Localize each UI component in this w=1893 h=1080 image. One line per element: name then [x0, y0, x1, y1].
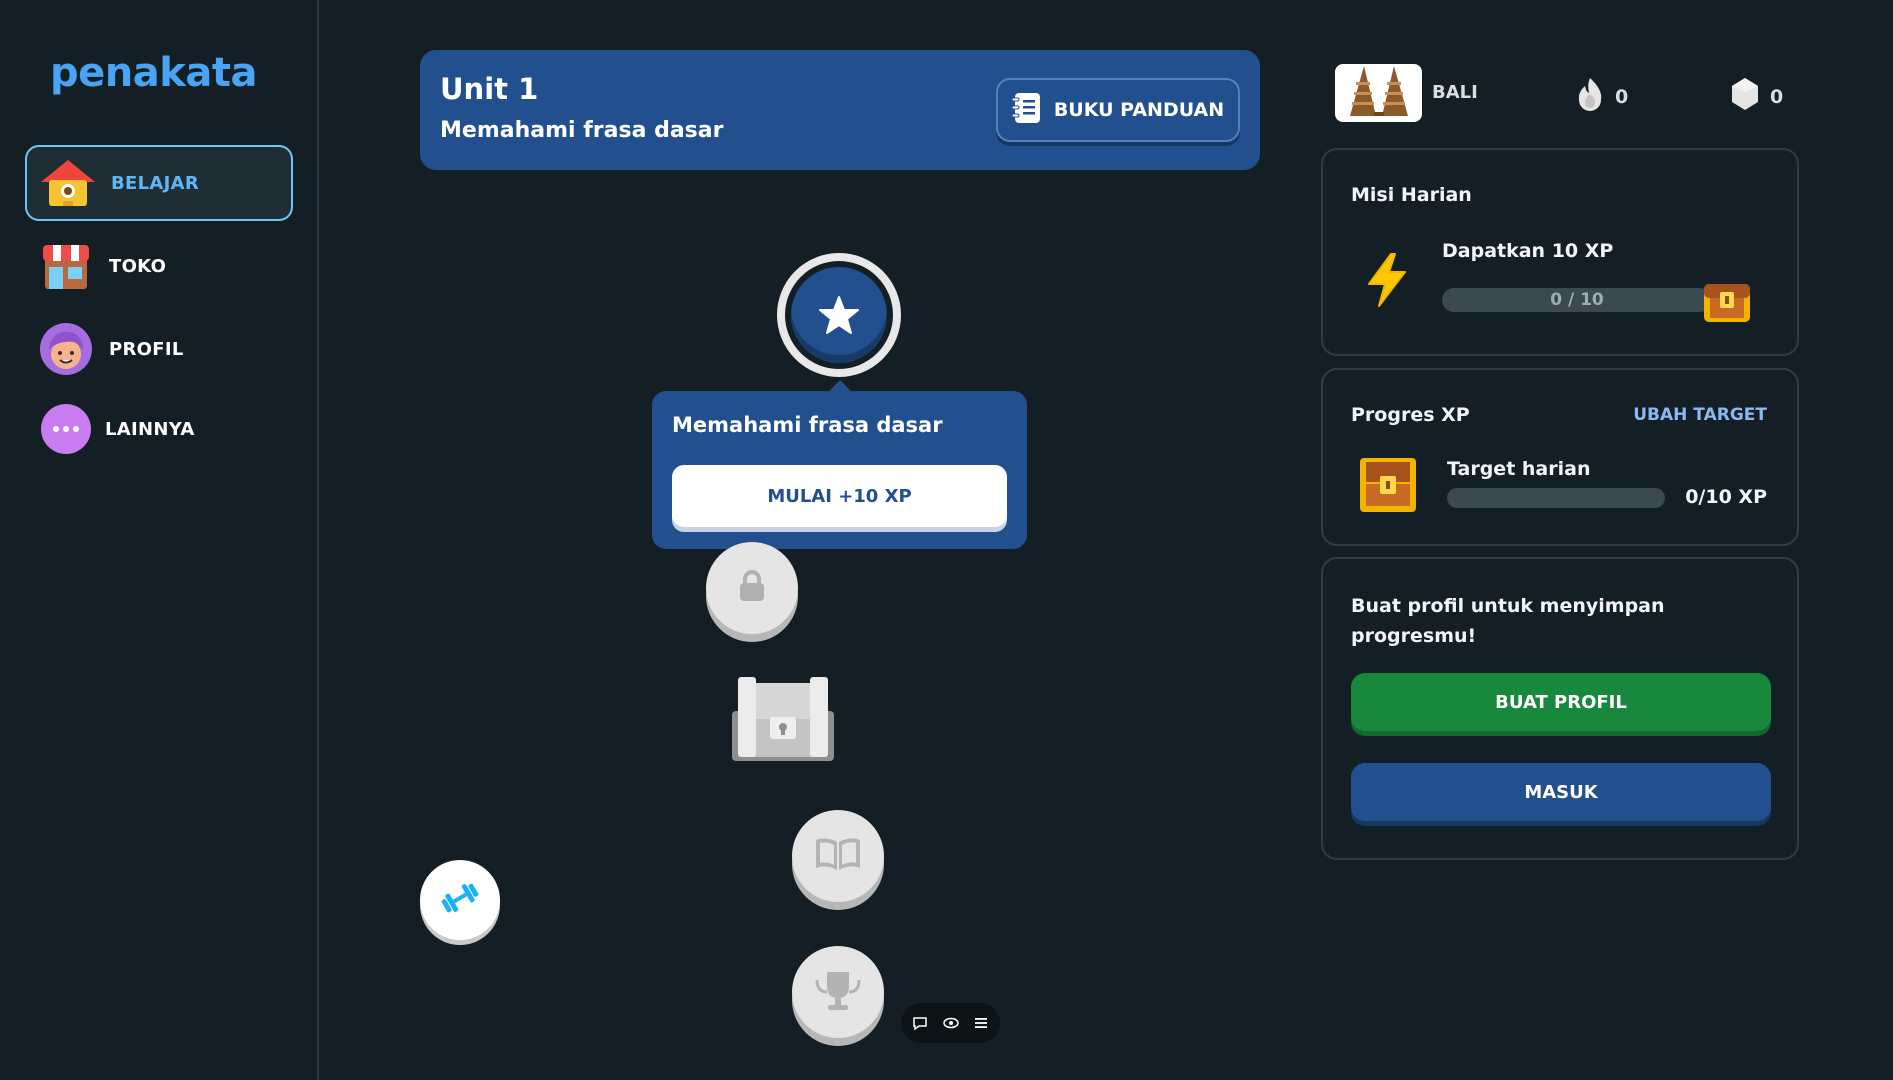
sidebar-item-toko[interactable]: TOKO	[25, 228, 293, 304]
trophy-icon	[813, 968, 863, 1016]
bali-gate-icon	[1344, 64, 1414, 122]
unit-trophy-node[interactable]	[792, 946, 884, 1038]
streak-count: 0	[1615, 85, 1629, 108]
story-node[interactable]	[792, 810, 884, 902]
target-label: Target harian	[1447, 458, 1591, 480]
course-flag[interactable]	[1335, 64, 1422, 122]
practice-button[interactable]	[420, 860, 500, 940]
xp-progress-bar	[1447, 488, 1665, 508]
sidebar-item-label: PROFIL	[109, 338, 184, 360]
eye-icon[interactable]	[940, 1012, 962, 1034]
sidebar: penakata BELAJAR TOKO PROFIL LAINNYA	[0, 0, 319, 1080]
edit-target-link[interactable]: UBAH TARGET	[1633, 405, 1767, 425]
sidebar-item-label: BELAJAR	[111, 172, 200, 194]
gems-counter[interactable]: 0	[1730, 76, 1783, 117]
start-lesson-button[interactable]: MULAI +10 XP	[672, 465, 1007, 527]
sidebar-item-belajar[interactable]: BELAJAR	[25, 145, 293, 221]
daily-quests-card: Misi Harian Dapatkan 10 XP 0 / 10	[1321, 148, 1799, 356]
avatar-icon	[37, 320, 95, 378]
create-profile-button[interactable]: BUAT PROFIL	[1351, 673, 1771, 731]
gems-count: 0	[1770, 85, 1784, 108]
quest-progress-bar: 0 / 10	[1442, 288, 1712, 312]
xp-value: 0/10 XP	[1685, 486, 1767, 508]
book-icon	[812, 834, 864, 878]
login-button[interactable]: MASUK	[1351, 763, 1771, 821]
house-icon	[39, 154, 97, 212]
xp-progress-title: Progres XP	[1351, 404, 1470, 426]
streak-counter[interactable]: 0	[1575, 76, 1628, 117]
menu-icon[interactable]	[970, 1012, 992, 1034]
unit-title: Unit 1	[440, 72, 539, 106]
profile-prompt-text: Buat profil untuk menyimpan progresmu!	[1351, 595, 1665, 647]
flame-icon	[1575, 76, 1605, 117]
app-logo[interactable]: penakata	[50, 50, 257, 96]
course-label: BALI	[1432, 82, 1478, 103]
comment-icon[interactable]	[909, 1012, 931, 1034]
lightning-icon	[1365, 252, 1409, 312]
stats-bar: BALI 0 0	[1335, 64, 1805, 124]
sidebar-item-label: LAINNYA	[105, 418, 195, 440]
guidebook-button[interactable]: BUKU PANDUAN	[996, 78, 1240, 142]
lesson-popover: Memahami frasa dasar MULAI +10 XP	[652, 380, 1027, 549]
quest-progress-text: 0 / 10	[1550, 290, 1604, 310]
star-icon	[791, 267, 887, 363]
treasure-chest-icon	[730, 677, 836, 769]
treasure-chest-icon	[1358, 454, 1418, 518]
reward-chest-icon	[1701, 274, 1753, 328]
unit-banner: Unit 1 Memahami frasa dasar BUKU PANDUAN	[420, 50, 1260, 170]
more-icon	[37, 400, 95, 458]
sidebar-item-profil[interactable]: PROFIL	[25, 311, 293, 387]
sidebar-item-lainnya[interactable]: LAINNYA	[25, 391, 293, 467]
floating-toolbar	[901, 1003, 1000, 1043]
daily-quests-title: Misi Harian	[1351, 184, 1472, 206]
notebook-icon	[1011, 92, 1042, 129]
sidebar-item-label: TOKO	[109, 255, 167, 277]
xp-progress-card: Progres XP UBAH TARGET Target harian 0/1…	[1321, 368, 1799, 546]
shop-icon	[37, 237, 95, 295]
guidebook-label: BUKU PANDUAN	[1053, 99, 1225, 121]
treasure-chest-node[interactable]	[730, 673, 836, 765]
lock-icon	[737, 569, 767, 607]
current-lesson-node[interactable]	[777, 253, 901, 377]
locked-lesson-node[interactable]	[706, 542, 798, 634]
dumbbell-icon	[439, 881, 481, 919]
popover-title: Memahami frasa dasar	[672, 413, 943, 437]
quest-label: Dapatkan 10 XP	[1442, 240, 1614, 262]
unit-subtitle: Memahami frasa dasar	[440, 118, 724, 143]
create-profile-card: Buat profil untuk menyimpan progresmu! B…	[1321, 557, 1799, 860]
gem-icon	[1730, 76, 1760, 117]
